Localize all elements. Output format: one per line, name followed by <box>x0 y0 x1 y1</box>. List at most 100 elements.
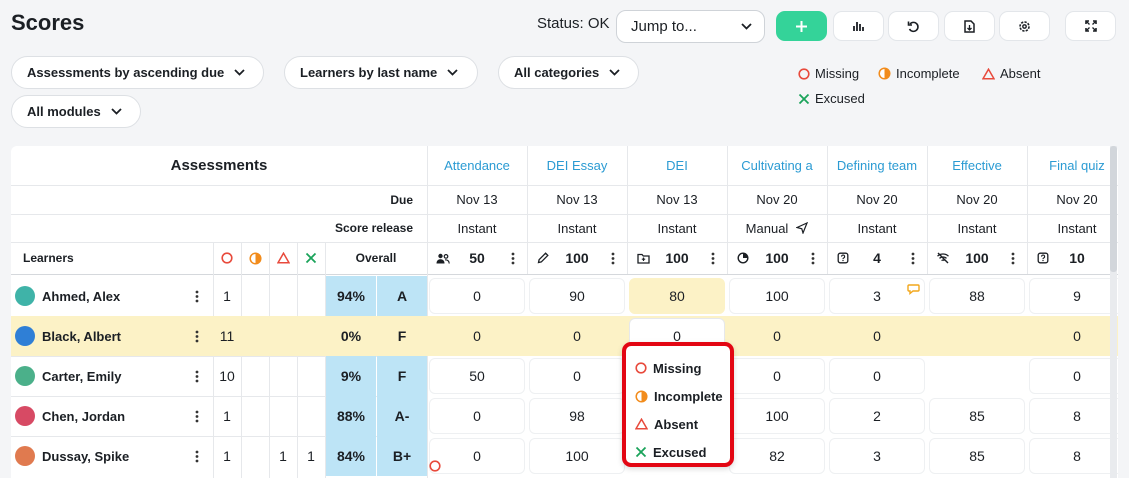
score-cell[interactable]: 98 <box>529 398 625 434</box>
score-cell[interactable]: 3 <box>829 438 925 474</box>
score-cell[interactable]: 0 <box>1029 318 1118 354</box>
score-cell[interactable]: 0 <box>829 358 925 394</box>
score-cell[interactable]: 0 <box>429 318 525 354</box>
grid-scrollbar-thumb[interactable] <box>1110 146 1117 272</box>
assessment-menu-icon[interactable] <box>1007 242 1019 274</box>
learner-row[interactable]: Carter, Emily <box>15 356 195 396</box>
score-cell[interactable]: 0 <box>529 318 625 354</box>
absent-count <box>269 316 297 356</box>
jump-to-select[interactable]: Jump to... <box>616 10 765 43</box>
popup-option-label: Excused <box>653 444 707 460</box>
score-cell[interactable]: 90 <box>529 278 625 314</box>
undo-icon <box>907 21 919 32</box>
categories-dropdown[interactable]: All categories <box>498 56 639 89</box>
excused-count: 1 <box>307 448 315 464</box>
score-cell[interactable]: 80 <box>629 278 725 314</box>
assessment-release: Manual <box>727 214 827 242</box>
status-text: Status: OK <box>537 15 610 32</box>
score-cell[interactable]: 0 <box>729 358 825 394</box>
incomplete-count <box>241 436 269 476</box>
overall-percent: 94% <box>326 276 376 316</box>
excused-count <box>297 356 325 396</box>
assessment-menu-icon[interactable] <box>907 242 919 274</box>
assessment-release: Instant <box>657 220 697 236</box>
assessments-header: Assessments <box>170 157 268 174</box>
assessment-menu-icon[interactable] <box>807 242 819 274</box>
score-cell[interactable]: 82 <box>729 438 825 474</box>
score-cell[interactable]: 0 <box>829 318 925 354</box>
assessment-release-label: Manual <box>745 220 789 236</box>
score-cell[interactable] <box>929 318 1025 354</box>
popup-option-missing[interactable]: Missing <box>626 354 730 382</box>
excused-icon <box>798 93 810 104</box>
undo-button[interactable] <box>888 11 939 41</box>
score-release-label: Score release <box>334 221 413 235</box>
score-cell[interactable]: 0 <box>429 278 525 314</box>
modules-dropdown[interactable]: All modules <box>11 95 141 128</box>
learner-menu-icon[interactable] <box>191 356 203 396</box>
overall-percent: 9% <box>326 356 376 396</box>
sort-assessments-label: Assessments by ascending due <box>27 65 225 80</box>
assessment-menu-icon[interactable] <box>507 242 519 274</box>
score-cell[interactable]: 9 <box>1029 278 1118 314</box>
assessment-points: 100 <box>965 250 989 266</box>
absent-icon <box>635 418 648 430</box>
learner-menu-icon[interactable] <box>191 276 203 316</box>
avatar <box>15 326 35 346</box>
score-cell[interactable]: 2 <box>829 398 925 434</box>
score-cell[interactable]: 8 <box>1029 398 1118 434</box>
learner-row[interactable]: Black, Albert <box>15 316 195 356</box>
assessment-link[interactable]: Defining team <box>827 146 927 185</box>
export-button[interactable] <box>944 11 995 41</box>
overall-grade: F <box>397 328 407 344</box>
assessment-due: Nov 20 <box>1056 192 1098 207</box>
score-cell[interactable]: 0 <box>429 398 525 434</box>
score-cell[interactable]: 0 <box>729 318 825 354</box>
no-wifi-icon <box>935 242 951 274</box>
score-cell[interactable]: 100 <box>529 438 625 474</box>
sort-assessments-dropdown[interactable]: Assessments by ascending due <box>11 56 264 89</box>
assessment-menu-icon[interactable] <box>607 242 619 274</box>
assessment-link[interactable]: DEI <box>627 146 727 185</box>
missing-count: 1 <box>223 408 231 424</box>
learner-menu-icon[interactable] <box>191 396 203 436</box>
score-cell[interactable]: 0 <box>529 358 625 394</box>
assessment-link[interactable]: Final quiz <box>1027 146 1118 185</box>
learner-row[interactable]: Dussay, Spike <box>15 436 195 476</box>
score-cell[interactable]: 50 <box>429 358 525 394</box>
send-icon[interactable] <box>796 222 809 234</box>
assessment-points: 100 <box>765 250 789 266</box>
incomplete-count <box>241 316 269 356</box>
sort-learners-dropdown[interactable]: Learners by last name <box>284 56 478 89</box>
missing-icon <box>635 362 647 374</box>
assessment-link[interactable]: DEI Essay <box>527 146 627 185</box>
learner-name: Ahmed, Alex <box>42 288 121 304</box>
popup-option-incomplete[interactable]: Incomplete <box>626 382 730 410</box>
score-cell[interactable]: 100 <box>729 398 825 434</box>
learner-row[interactable]: Chen, Jordan <box>15 396 195 436</box>
chart-button[interactable] <box>833 11 884 41</box>
learner-row[interactable]: Ahmed, Alex <box>15 276 195 316</box>
assessment-menu-icon[interactable] <box>707 242 719 274</box>
assessment-link[interactable]: Attendance <box>427 146 527 185</box>
assessment-link[interactable]: Effective <box>927 146 1027 185</box>
add-button[interactable] <box>776 11 827 41</box>
absent-count <box>269 356 297 396</box>
assessment-link[interactable]: Cultivating a <box>727 146 827 185</box>
learner-menu-icon[interactable] <box>191 436 203 476</box>
expand-button[interactable] <box>1065 11 1116 41</box>
learner-menu-icon[interactable] <box>191 316 203 356</box>
comment-icon[interactable] <box>907 282 920 300</box>
score-cell[interactable]: 85 <box>929 438 1025 474</box>
score-cell[interactable]: 0 <box>1029 358 1118 394</box>
score-cell[interactable]: 85 <box>929 398 1025 434</box>
score-cell[interactable]: 8 <box>1029 438 1118 474</box>
score-cell[interactable]: 100 <box>729 278 825 314</box>
popup-option-absent[interactable]: Absent <box>626 410 730 438</box>
score-cell[interactable]: 0 <box>429 438 525 474</box>
settings-button[interactable] <box>999 11 1050 41</box>
incomplete-count <box>241 276 269 316</box>
score-cell[interactable]: 88 <box>929 278 1025 314</box>
legend-excused: Excused <box>798 91 865 106</box>
popup-option-excused[interactable]: Excused <box>626 438 730 466</box>
